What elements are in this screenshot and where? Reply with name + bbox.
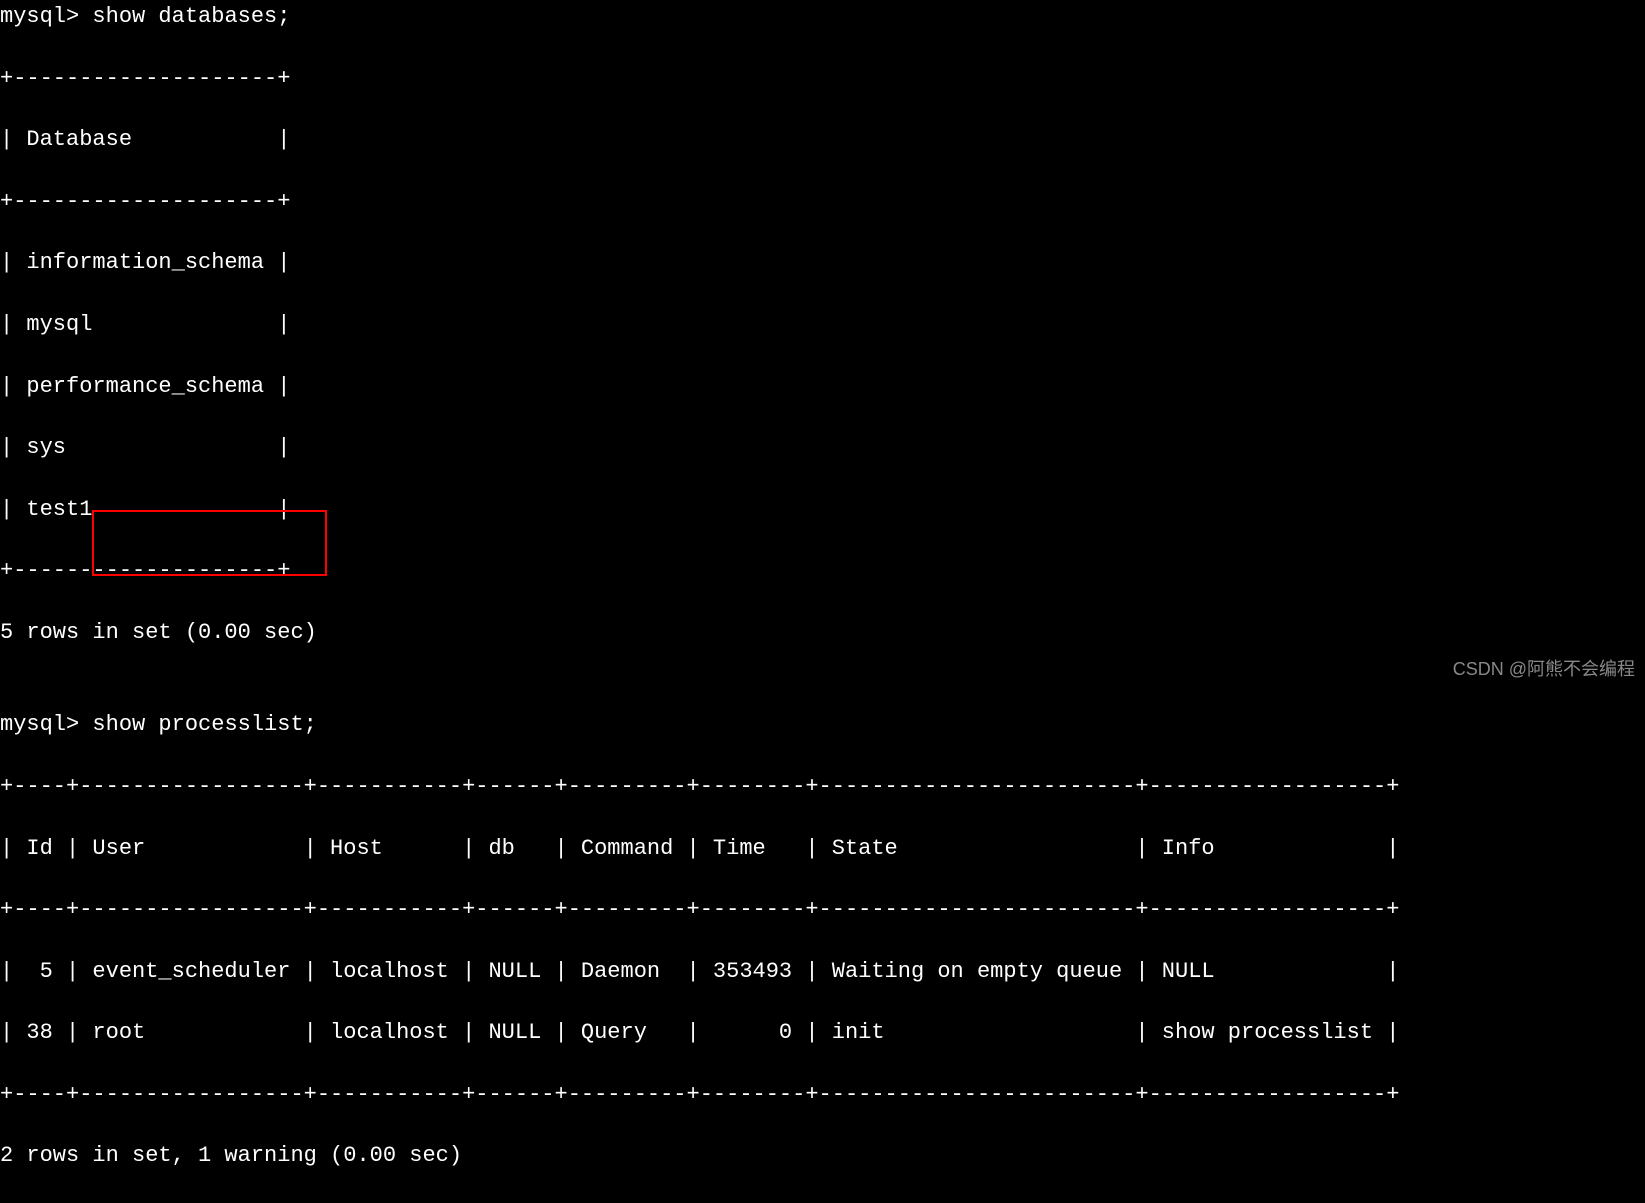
table-border: +--------------------+ xyxy=(0,187,1645,218)
table-row: | information_schema | xyxy=(0,248,1645,279)
result-summary: 2 rows in set, 1 warning (0.00 sec) xyxy=(0,1141,1645,1172)
table-header-row: | Database | xyxy=(0,125,1645,156)
mysql-prompt: mysql> xyxy=(0,712,92,737)
table-row: | test1 | xyxy=(0,495,1645,526)
command-show-databases: show databases; xyxy=(92,4,290,29)
table-border: +----+-----------------+-----------+----… xyxy=(0,772,1645,803)
table-border: +----+-----------------+-----------+----… xyxy=(0,895,1645,926)
command-show-processlist: show processlist; xyxy=(92,712,316,737)
terminal-output[interactable]: mysql> show databases; +----------------… xyxy=(0,0,1645,1203)
result-summary: 5 rows in set (0.00 sec) xyxy=(0,618,1645,649)
table-row: | mysql | xyxy=(0,310,1645,341)
table-row: | performance_schema | xyxy=(0,372,1645,403)
table-border: +--------------------+ xyxy=(0,64,1645,95)
table-header-row: | Id | User | Host | db | Command | Time… xyxy=(0,834,1645,865)
mysql-prompt: mysql> xyxy=(0,4,92,29)
table-border: +--------------------+ xyxy=(0,556,1645,587)
table-border: +----+-----------------+-----------+----… xyxy=(0,1080,1645,1111)
watermark: CSDN @阿熊不会编程 xyxy=(1453,657,1635,682)
table-row: | 5 | event_scheduler | localhost | NULL… xyxy=(0,957,1645,988)
table-row: | 38 | root | localhost | NULL | Query |… xyxy=(0,1018,1645,1049)
table-row: | sys | xyxy=(0,433,1645,464)
